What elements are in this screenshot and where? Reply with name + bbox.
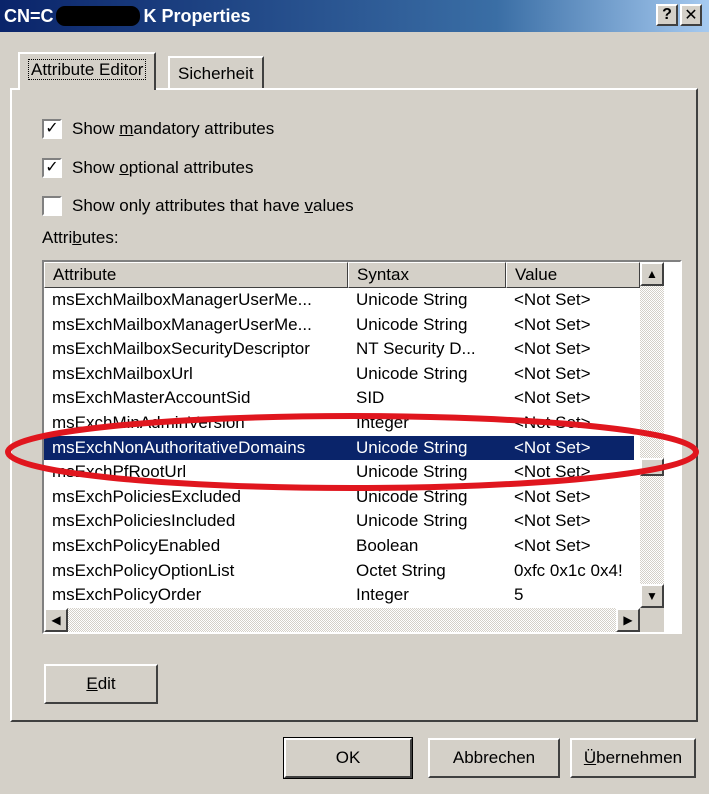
cell-syntax: Unicode String bbox=[356, 511, 468, 531]
cell-value: <Not Set> bbox=[514, 413, 591, 432]
table-row[interactable]: msExchPfRootUrl Unicode String <Not Set> bbox=[44, 460, 634, 485]
cell-syntax: Boolean bbox=[356, 536, 419, 555]
cell-syntax: SID bbox=[356, 388, 385, 408]
table-row[interactable]: msExchPolicyOptionList Octet String 0xfc 0… bbox=[44, 559, 634, 584]
cell-value: <Not Set> bbox=[514, 511, 591, 531]
cell-syntax: Unicode String bbox=[356, 290, 468, 309]
cell-syntax: Unicode String bbox=[356, 486, 468, 506]
cell-syntax: Octet String bbox=[356, 560, 446, 580]
show-mandatory-label: Show mandatory attributes bbox=[72, 119, 275, 138]
scroll-left-button[interactable]: ◀ bbox=[44, 608, 68, 632]
cell-attribute: msExchPolicyOptionList bbox=[52, 560, 235, 580]
scrollbar-corner bbox=[640, 608, 664, 632]
cell-attribute: msExchPolicyEnabled bbox=[52, 536, 221, 555]
cell-value: 0xfc 0x1c 0x4! bbox=[514, 560, 623, 580]
cell-syntax: Unicode String bbox=[356, 462, 468, 482]
title-bar: CN=C K Properties bbox=[0, 0, 709, 32]
cell-value: <Not Set> bbox=[514, 486, 591, 506]
help-button[interactable]: ? bbox=[656, 4, 678, 26]
vertical-scrollbar[interactable]: ▲ ▼ bbox=[640, 262, 664, 608]
table-row[interactable]: msExchMinAdminVersion Integer <Not Set> bbox=[44, 411, 634, 436]
tab-attribute-editor-label: Attribute Editor bbox=[28, 59, 147, 80]
horizontal-scrollbar[interactable]: ◀ ▶ bbox=[44, 608, 640, 632]
attributes-listview[interactable]: Attribute Syntax Value msExchMailboxMana… bbox=[42, 260, 682, 634]
cell-syntax: Unicode String bbox=[356, 363, 468, 383]
table-row[interactable]: msExchPolicyEnabled Boolean <Not Set> bbox=[44, 534, 634, 559]
arrow-right-icon: ▶ bbox=[623, 613, 633, 627]
cell-attribute: msExchPoliciesExcluded bbox=[52, 486, 241, 506]
cell-attribute: msExchMailboxSecurityDescriptor bbox=[52, 339, 310, 359]
table-row[interactable]: msExchPoliciesExcluded Unicode String <Not… bbox=[44, 485, 634, 510]
cell-value: 5 bbox=[514, 585, 524, 605]
cell-attribute: msExchMailboxUrl bbox=[52, 363, 193, 383]
cell-attribute: msExchPfRootUrl bbox=[52, 462, 187, 482]
column-header-syntax[interactable]: Syntax bbox=[348, 262, 506, 288]
show-optional-checkbox[interactable]: ✓ bbox=[42, 158, 62, 178]
cell-syntax: Integer bbox=[356, 585, 409, 605]
window-title-prefix: CN=C bbox=[4, 5, 54, 26]
cell-value: <Not Set> bbox=[514, 462, 591, 482]
cell-value: <Not Set> bbox=[514, 388, 591, 408]
show-optional-label: Show optional attributes bbox=[72, 158, 254, 177]
cell-attribute: msExchMasterAccountSid bbox=[52, 388, 251, 408]
cell-syntax: Unicode String bbox=[356, 314, 468, 334]
cell-value: <Not Set> bbox=[514, 290, 591, 309]
tab-attribute-editor[interactable]: Attribute Editor bbox=[18, 52, 157, 90]
scroll-down-button[interactable]: ▼ bbox=[640, 584, 664, 608]
cell-attribute: msExchNonAuthoritativeDomains bbox=[52, 437, 306, 457]
cell-attribute: msExchMailboxManagerUserMe... bbox=[52, 290, 312, 309]
tab-sicherheit[interactable]: Sicherheit bbox=[168, 56, 264, 88]
vertical-scroll-thumb[interactable] bbox=[640, 458, 664, 476]
arrow-left-icon: ◀ bbox=[51, 613, 61, 627]
column-header-value[interactable]: Value bbox=[506, 262, 640, 288]
cell-value: <Not Set> bbox=[514, 536, 591, 555]
cancel-button[interactable]: Abbrechen bbox=[428, 738, 560, 778]
scroll-right-button[interactable]: ▶ bbox=[616, 608, 640, 632]
edit-button[interactable]: Edit bbox=[44, 664, 158, 704]
checkmark-icon: ✓ bbox=[45, 159, 59, 176]
table-row[interactable]: msExchMasterAccountSid SID <Not Set> bbox=[44, 386, 634, 411]
show-values-only-checkbox[interactable] bbox=[42, 196, 62, 216]
show-values-only-option[interactable]: Show only attributes that have values bbox=[42, 193, 354, 219]
cell-syntax: Unicode String bbox=[356, 437, 468, 457]
redaction-mark bbox=[55, 6, 140, 26]
scroll-up-button[interactable]: ▲ bbox=[640, 262, 664, 286]
table-row[interactable]: msExchPolicyOrder Integer 5 bbox=[44, 583, 634, 608]
show-values-only-label: Show only attributes that have values bbox=[72, 196, 354, 215]
close-button[interactable]: ✕ bbox=[680, 4, 702, 26]
column-header-attribute[interactable]: Attribute bbox=[44, 262, 348, 288]
apply-button[interactable]: Übernehmen bbox=[570, 738, 696, 778]
checkmark-icon: ✓ bbox=[45, 120, 59, 137]
table-row[interactable]: msExchMailboxManagerUserMe... Unicode Str… bbox=[44, 288, 634, 313]
table-row[interactable]: msExchNonAuthoritativeDomains Unicode Str… bbox=[44, 435, 634, 461]
table-row[interactable]: msExchMailboxUrl Unicode String <Not Set> bbox=[44, 362, 634, 387]
table-row[interactable]: msExchMailboxManagerUserMe... Unicode Str… bbox=[44, 313, 634, 338]
arrow-down-icon: ▼ bbox=[646, 589, 658, 603]
window-title-suffix: K Properties bbox=[143, 5, 251, 26]
cell-value: <Not Set> bbox=[514, 437, 591, 457]
cell-value: <Not Set> bbox=[514, 363, 591, 383]
cell-value: <Not Set> bbox=[514, 339, 591, 359]
show-optional-option[interactable]: ✓ Show optional attributes bbox=[42, 155, 253, 181]
show-mandatory-option[interactable]: ✓ Show mandatory attributes bbox=[42, 116, 274, 142]
ok-button[interactable]: OK bbox=[283, 737, 413, 779]
tab-sicherheit-label: Sicherheit bbox=[178, 64, 254, 83]
table-row[interactable]: msExchMailboxSecurityDescriptor NT Securi… bbox=[44, 337, 634, 362]
cell-attribute: msExchPoliciesIncluded bbox=[52, 511, 236, 531]
attributes-caption: Attributes: bbox=[42, 228, 119, 247]
cell-attribute: msExchMailboxManagerUserMe... bbox=[52, 314, 312, 334]
cell-syntax: NT Security D... bbox=[356, 339, 476, 359]
arrow-up-icon: ▲ bbox=[646, 267, 658, 281]
table-row[interactable]: msExchPoliciesIncluded Unicode String <Not… bbox=[44, 509, 634, 534]
show-mandatory-checkbox[interactable]: ✓ bbox=[42, 119, 62, 139]
cell-attribute: msExchMinAdminVersion bbox=[52, 413, 245, 432]
cell-value: <Not Set> bbox=[514, 314, 591, 334]
cell-attribute: msExchPolicyOrder bbox=[52, 585, 202, 605]
cell-syntax: Integer bbox=[356, 413, 409, 432]
